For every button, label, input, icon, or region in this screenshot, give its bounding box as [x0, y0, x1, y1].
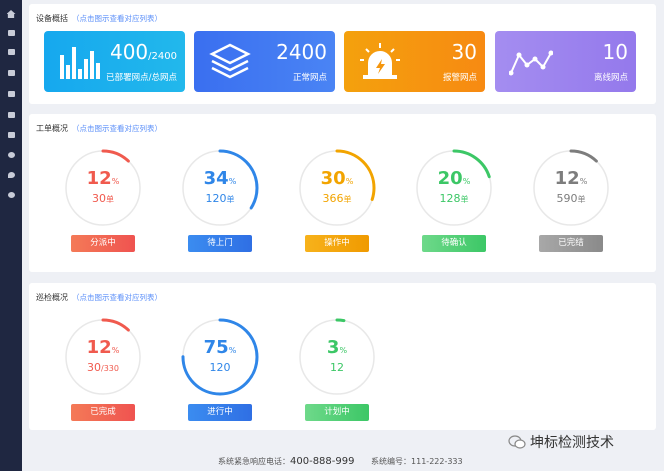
- status-tag[interactable]: 已完结: [539, 235, 603, 252]
- status-tag[interactable]: 进行中: [188, 404, 252, 421]
- percent-value: 20%: [437, 168, 471, 189]
- calendar-icon[interactable]: [5, 68, 17, 78]
- device-icon[interactable]: [5, 47, 17, 57]
- panel-title: 工单概况 （点击图示查看对应列表）: [36, 124, 162, 133]
- card-deployed[interactable]: 400/2400 已部署网点/总网点: [44, 31, 185, 92]
- count-value: 12: [330, 361, 344, 374]
- ring-gauge[interactable]: 34% 120单: [180, 148, 260, 228]
- settings-icon[interactable]: [5, 190, 17, 200]
- card-label: 离线网点: [593, 73, 628, 83]
- card-value: 10: [602, 40, 628, 64]
- sidebar: [0, 0, 22, 471]
- alarm-light-icon: [360, 43, 400, 79]
- percent-value: 12%: [86, 168, 120, 189]
- count-value: 120单: [205, 192, 235, 205]
- card-normal[interactable]: 2400 正常网点: [194, 31, 335, 92]
- percent-value: 12%: [86, 337, 120, 358]
- inspection-panel: 巡检概况 （点击图示查看对应列表） 12% 30/330 已完成 75% 120 进行中 3%…: [29, 283, 656, 430]
- percent-value: 12%: [554, 168, 588, 189]
- chart-icon[interactable]: [5, 130, 17, 140]
- card-value: 30: [451, 40, 477, 64]
- info-icon[interactable]: [5, 150, 17, 160]
- system-number: 111-222-333: [411, 457, 463, 466]
- card-value: 400/2400: [109, 40, 177, 64]
- ring-gauge[interactable]: 12% 30/330: [63, 317, 143, 397]
- percent-value: 30%: [320, 168, 354, 189]
- count-value: 128单: [439, 192, 469, 205]
- list-icon[interactable]: [5, 28, 17, 38]
- card-value: 2400: [276, 40, 327, 64]
- footer: 系统紧急响应电话：400-888-999 系统编号：111-222-333: [218, 456, 463, 467]
- home-icon[interactable]: [5, 9, 17, 19]
- count-value: 30/330: [87, 361, 119, 374]
- hotline-number: 400-888-999: [290, 456, 355, 467]
- watermark: 坤标检测技术: [508, 432, 614, 452]
- wechat-icon: [508, 435, 526, 449]
- status-tag[interactable]: 操作中: [305, 235, 369, 252]
- ring-gauge[interactable]: 3% 12: [297, 317, 377, 397]
- status-tag[interactable]: 分派中: [71, 235, 135, 252]
- status-tag[interactable]: 已完成: [71, 404, 135, 421]
- status-tag[interactable]: 待确认: [422, 235, 486, 252]
- layers-icon: [209, 43, 251, 79]
- card-label: 已部署网点/总网点: [106, 73, 177, 83]
- card-label: 正常网点: [292, 73, 327, 83]
- panel-hint[interactable]: （点击图示查看对应列表）: [72, 293, 162, 302]
- panel-hint[interactable]: （点击图示查看对应列表）: [72, 124, 162, 133]
- ring-gauge[interactable]: 30% 366单: [297, 148, 377, 228]
- ring-gauge[interactable]: 75% 120: [180, 317, 260, 397]
- count-value: 30单: [92, 192, 114, 205]
- status-tag[interactable]: 待上门: [188, 235, 252, 252]
- ring-gauge[interactable]: 20% 128单: [414, 148, 494, 228]
- percent-value: 75%: [203, 337, 237, 358]
- card-alarm[interactable]: 30 报警网点: [344, 31, 485, 92]
- panel-title: 巡检概况 （点击图示查看对应列表）: [36, 293, 162, 302]
- bar-chart-icon: [60, 47, 100, 79]
- count-value: 590单: [556, 192, 586, 205]
- device-overview-panel: 设备概括 （点击图示查看对应列表） 400/2400 已部署网点/总网点 2400…: [29, 4, 656, 104]
- panel-hint[interactable]: （点击图示查看对应列表）: [72, 14, 162, 23]
- line-trend-icon: [509, 50, 553, 76]
- count-value: 120: [209, 361, 231, 374]
- work-order-panel: 工单概况 （点击图示查看对应列表） 12% 30单 分派中 34% 120单 待上门 30% 3…: [29, 114, 656, 272]
- location-icon[interactable]: [5, 170, 17, 180]
- status-tag[interactable]: 计划中: [305, 404, 369, 421]
- panel-title: 设备概括 （点击图示查看对应列表）: [36, 14, 162, 23]
- ring-gauge[interactable]: 12% 30单: [63, 148, 143, 228]
- card-offline[interactable]: 10 离线网点: [495, 31, 636, 92]
- percent-value: 34%: [203, 168, 237, 189]
- ring-gauge[interactable]: 12% 590单: [531, 148, 611, 228]
- card-label: 报警网点: [442, 73, 477, 83]
- message-icon[interactable]: [5, 110, 17, 120]
- monitor-icon[interactable]: [5, 89, 17, 99]
- percent-value: 3%: [326, 337, 348, 358]
- count-value: 366单: [322, 192, 352, 205]
